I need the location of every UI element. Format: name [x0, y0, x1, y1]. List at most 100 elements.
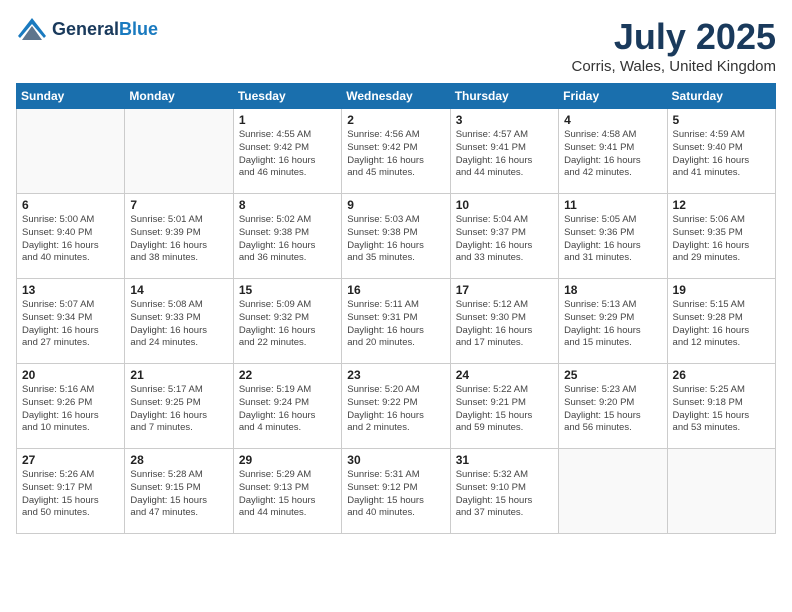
day-info: Sunrise: 5:03 AM Sunset: 9:38 PM Dayligh… — [347, 214, 444, 265]
day-info: Sunrise: 5:13 AM Sunset: 9:29 PM Dayligh… — [564, 299, 661, 350]
logo-general: General — [52, 19, 119, 39]
calendar-cell: 16 Sunrise: 5:11 AM Sunset: 9:31 PM Dayli… — [342, 279, 450, 364]
day-number: 28 — [130, 453, 227, 467]
day-info: Sunrise: 5:28 AM Sunset: 9:15 PM Dayligh… — [130, 469, 227, 520]
week-row-1: 1 Sunrise: 4:55 AM Sunset: 9:42 PM Daylig… — [17, 109, 776, 194]
day-info: Sunrise: 5:22 AM Sunset: 9:21 PM Dayligh… — [456, 384, 553, 435]
day-info: Sunrise: 5:11 AM Sunset: 9:31 PM Dayligh… — [347, 299, 444, 350]
day-info: Sunrise: 4:58 AM Sunset: 9:41 PM Dayligh… — [564, 129, 661, 180]
day-number: 21 — [130, 368, 227, 382]
day-number: 1 — [239, 113, 336, 127]
day-info: Sunrise: 5:20 AM Sunset: 9:22 PM Dayligh… — [347, 384, 444, 435]
day-number: 2 — [347, 113, 444, 127]
day-number: 15 — [239, 283, 336, 297]
day-info: Sunrise: 5:15 AM Sunset: 9:28 PM Dayligh… — [673, 299, 770, 350]
weekday-header-sunday: Sunday — [17, 84, 125, 109]
calendar-cell — [17, 109, 125, 194]
calendar-cell: 7Sunrise: 5:01 AM Sunset: 9:39 PM Daylig… — [125, 194, 233, 279]
weekday-header-wednesday: Wednesday — [342, 84, 450, 109]
day-info: Sunrise: 4:59 AM Sunset: 9:40 PM Dayligh… — [673, 129, 770, 180]
day-info: Sunrise: 5:12 AM Sunset: 9:30 PM Dayligh… — [456, 299, 553, 350]
calendar-cell: 11 Sunrise: 5:05 AM Sunset: 9:36 PM Dayli… — [559, 194, 667, 279]
calendar-cell: 30 Sunrise: 5:31 AM Sunset: 9:12 PM Dayli… — [342, 449, 450, 534]
day-info: Sunrise: 5:31 AM Sunset: 9:12 PM Dayligh… — [347, 469, 444, 520]
week-row-2: 6 Sunrise: 5:00 AM Sunset: 9:40 PM Daylig… — [17, 194, 776, 279]
day-info: Sunrise: 4:57 AM Sunset: 9:41 PM Dayligh… — [456, 129, 553, 180]
day-number: 8 — [239, 198, 336, 212]
day-info: Sunrise: 5:32 AM Sunset: 9:10 PM Dayligh… — [456, 469, 553, 520]
calendar-cell: 15Sunrise: 5:09 AM Sunset: 9:32 PM Dayli… — [233, 279, 341, 364]
location-subtitle: Corris, Wales, United Kingdom — [571, 58, 776, 75]
calendar-cell: 24 Sunrise: 5:22 AM Sunset: 9:21 PM Dayli… — [450, 364, 558, 449]
day-info: Sunrise: 5:00 AM Sunset: 9:40 PM Dayligh… — [22, 214, 119, 265]
calendar-cell: 27 Sunrise: 5:26 AM Sunset: 9:17 PM Dayli… — [17, 449, 125, 534]
weekday-header-thursday: Thursday — [450, 84, 558, 109]
day-info: Sunrise: 5:02 AM Sunset: 9:38 PM Dayligh… — [239, 214, 336, 265]
title-block: July 2025 Corris, Wales, United Kingdom — [571, 16, 776, 75]
calendar-cell: 25 Sunrise: 5:23 AM Sunset: 9:20 PM Dayli… — [559, 364, 667, 449]
calendar-cell: 4 Sunrise: 4:58 AM Sunset: 9:41 PM Daylig… — [559, 109, 667, 194]
week-row-4: 20 Sunrise: 5:16 AM Sunset: 9:26 PM Dayli… — [17, 364, 776, 449]
day-number: 17 — [456, 283, 553, 297]
calendar-cell: 10 Sunrise: 5:04 AM Sunset: 9:37 PM Dayli… — [450, 194, 558, 279]
day-info: Sunrise: 5:26 AM Sunset: 9:17 PM Dayligh… — [22, 469, 119, 520]
day-number: 9 — [347, 198, 444, 212]
day-number: 7 — [130, 198, 227, 212]
day-number: 24 — [456, 368, 553, 382]
logo-icon — [16, 16, 48, 44]
day-info: Sunrise: 5:07 AM Sunset: 9:34 PM Dayligh… — [22, 299, 119, 350]
week-row-5: 27 Sunrise: 5:26 AM Sunset: 9:17 PM Dayli… — [17, 449, 776, 534]
calendar-cell: 26Sunrise: 5:25 AM Sunset: 9:18 PM Dayli… — [667, 364, 775, 449]
day-info: Sunrise: 5:16 AM Sunset: 9:26 PM Dayligh… — [22, 384, 119, 435]
calendar-cell: 31 Sunrise: 5:32 AM Sunset: 9:10 PM Dayli… — [450, 449, 558, 534]
day-number: 31 — [456, 453, 553, 467]
page-header: GeneralBlue July 2025 Corris, Wales, Uni… — [16, 16, 776, 75]
weekday-header-row: SundayMondayTuesdayWednesdayThursdayFrid… — [17, 84, 776, 109]
calendar-cell: 2 Sunrise: 4:56 AM Sunset: 9:42 PM Daylig… — [342, 109, 450, 194]
day-info: Sunrise: 5:08 AM Sunset: 9:33 PM Dayligh… — [130, 299, 227, 350]
day-info: Sunrise: 5:25 AM Sunset: 9:18 PM Dayligh… — [673, 384, 770, 435]
day-number: 16 — [347, 283, 444, 297]
calendar-cell: 18Sunrise: 5:13 AM Sunset: 9:29 PM Dayli… — [559, 279, 667, 364]
day-number: 22 — [239, 368, 336, 382]
day-number: 6 — [22, 198, 119, 212]
day-number: 4 — [564, 113, 661, 127]
day-number: 14 — [130, 283, 227, 297]
calendar-cell — [559, 449, 667, 534]
day-number: 27 — [22, 453, 119, 467]
calendar-cell: 9 Sunrise: 5:03 AM Sunset: 9:38 PM Daylig… — [342, 194, 450, 279]
calendar-cell: 5Sunrise: 4:59 AM Sunset: 9:40 PM Daylig… — [667, 109, 775, 194]
calendar-table: SundayMondayTuesdayWednesdayThursdayFrid… — [16, 83, 776, 534]
day-info: Sunrise: 5:05 AM Sunset: 9:36 PM Dayligh… — [564, 214, 661, 265]
calendar-cell: 28 Sunrise: 5:28 AM Sunset: 9:15 PM Dayli… — [125, 449, 233, 534]
day-info: Sunrise: 5:06 AM Sunset: 9:35 PM Dayligh… — [673, 214, 770, 265]
day-number: 29 — [239, 453, 336, 467]
weekday-header-tuesday: Tuesday — [233, 84, 341, 109]
calendar-cell: 12 Sunrise: 5:06 AM Sunset: 9:35 PM Dayli… — [667, 194, 775, 279]
weekday-header-saturday: Saturday — [667, 84, 775, 109]
calendar-cell: 13 Sunrise: 5:07 AM Sunset: 9:34 PM Dayli… — [17, 279, 125, 364]
day-number: 11 — [564, 198, 661, 212]
day-number: 12 — [673, 198, 770, 212]
day-number: 10 — [456, 198, 553, 212]
day-number: 30 — [347, 453, 444, 467]
day-info: Sunrise: 5:17 AM Sunset: 9:25 PM Dayligh… — [130, 384, 227, 435]
day-info: Sunrise: 5:23 AM Sunset: 9:20 PM Dayligh… — [564, 384, 661, 435]
day-number: 19 — [673, 283, 770, 297]
calendar-cell: 19 Sunrise: 5:15 AM Sunset: 9:28 PM Dayli… — [667, 279, 775, 364]
calendar-cell: 14 Sunrise: 5:08 AM Sunset: 9:33 PM Dayli… — [125, 279, 233, 364]
day-number: 25 — [564, 368, 661, 382]
calendar-cell: 29Sunrise: 5:29 AM Sunset: 9:13 PM Dayli… — [233, 449, 341, 534]
week-row-3: 13 Sunrise: 5:07 AM Sunset: 9:34 PM Dayli… — [17, 279, 776, 364]
calendar-cell: 3Sunrise: 4:57 AM Sunset: 9:41 PM Daylig… — [450, 109, 558, 194]
day-number: 13 — [22, 283, 119, 297]
logo-text: GeneralBlue — [52, 20, 158, 40]
day-info: Sunrise: 4:55 AM Sunset: 9:42 PM Dayligh… — [239, 129, 336, 180]
weekday-header-friday: Friday — [559, 84, 667, 109]
logo-blue: Blue — [119, 19, 158, 39]
calendar-cell — [125, 109, 233, 194]
day-number: 20 — [22, 368, 119, 382]
calendar-cell: 8 Sunrise: 5:02 AM Sunset: 9:38 PM Daylig… — [233, 194, 341, 279]
day-info: Sunrise: 4:56 AM Sunset: 9:42 PM Dayligh… — [347, 129, 444, 180]
day-info: Sunrise: 5:04 AM Sunset: 9:37 PM Dayligh… — [456, 214, 553, 265]
